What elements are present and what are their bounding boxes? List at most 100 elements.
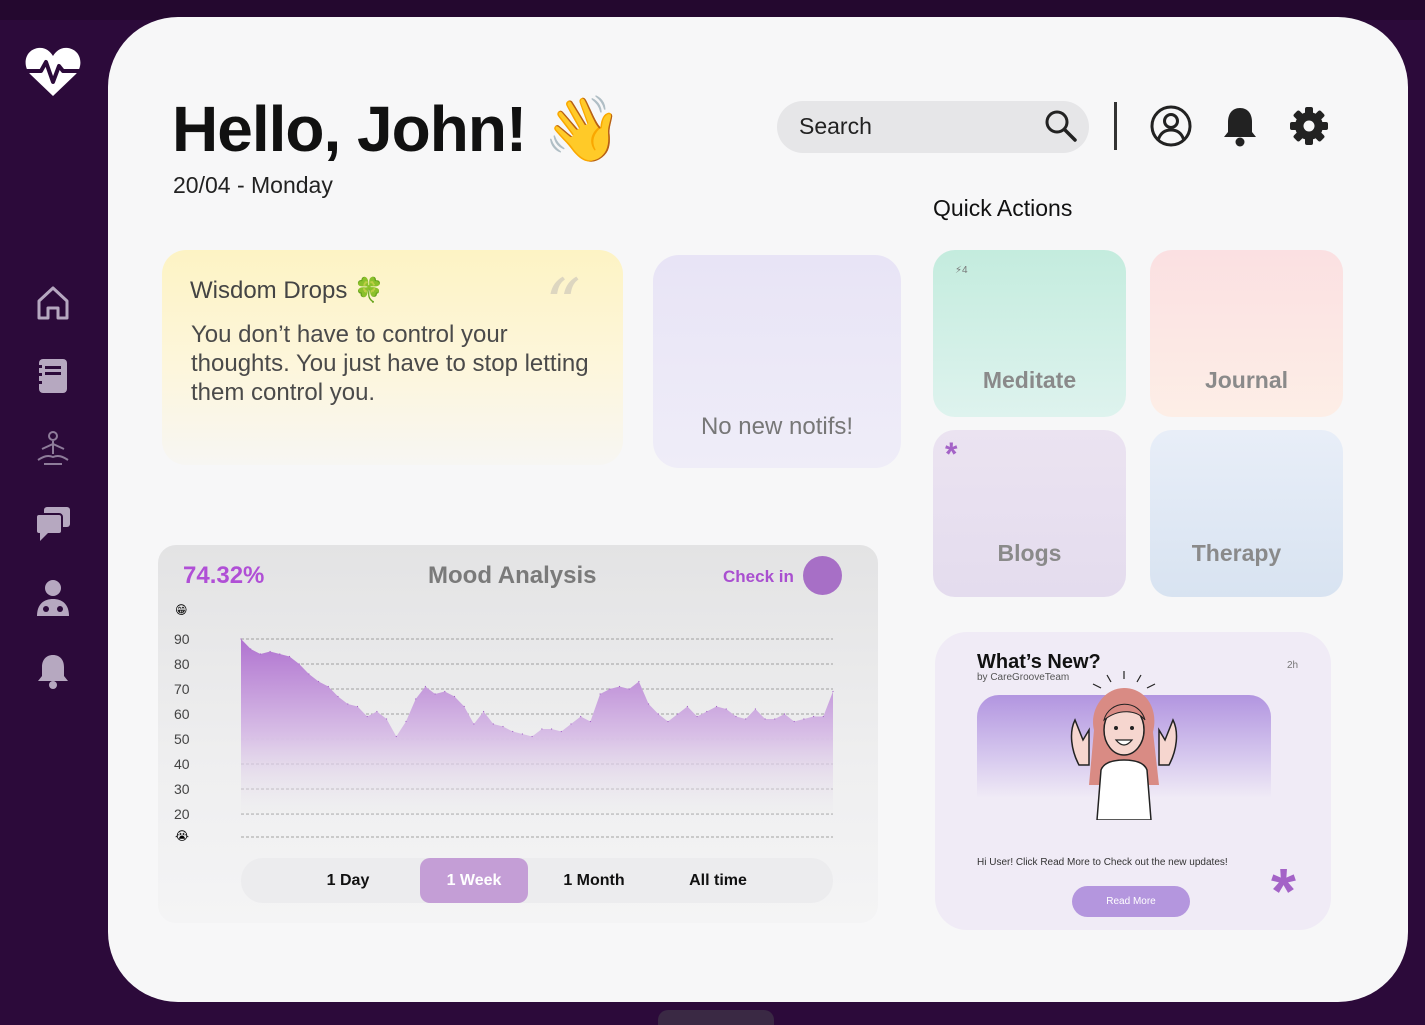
- blogs-action[interactable]: * Blogs: [933, 430, 1126, 597]
- mood-data-point: [541, 728, 543, 730]
- mood-data-point: [356, 705, 359, 708]
- mood-data-point: [774, 718, 776, 720]
- y-tick-label: 20: [174, 806, 190, 822]
- wisdom-quote: You don’t have to control your thoughts.…: [191, 321, 589, 406]
- mood-data-point: [628, 688, 630, 690]
- meditate-action[interactable]: ⚡4 Meditate: [933, 250, 1126, 417]
- mood-data-point: [783, 713, 786, 715]
- range-all-time[interactable]: All time: [661, 858, 775, 903]
- search-placeholder[interactable]: Search: [799, 113, 872, 140]
- checkin-label[interactable]: Check in: [723, 567, 794, 587]
- mood-analysis-card: 90 80 70 60 50 40 30 20 74.32% Mood Analysis Ch…: [158, 545, 878, 923]
- mood-data-point: [366, 715, 368, 718]
- mood-data-point: [473, 723, 475, 725]
- y-tick-label: 40: [174, 756, 190, 772]
- journal-action[interactable]: Journal: [1150, 250, 1343, 417]
- journal-icon[interactable]: [34, 357, 72, 395]
- date-label: 20/04 - Monday: [173, 172, 333, 198]
- user-icon[interactable]: [1149, 104, 1193, 148]
- notifications-empty-text: No new notifs!: [700, 413, 854, 440]
- mood-data-point: [696, 715, 698, 718]
- mood-data-point: [288, 655, 291, 658]
- mood-data-point: [337, 695, 339, 698]
- mood-data-point: [424, 685, 426, 688]
- mood-data-point: [667, 720, 669, 723]
- mood-data-point: [386, 718, 388, 720]
- mood-data-point: [492, 723, 494, 725]
- header-divider: [1114, 102, 1117, 150]
- mood-data-point: [589, 720, 591, 723]
- streak-badge: ⚡4: [955, 265, 968, 276]
- mood-data-point: [415, 698, 417, 700]
- whats-new-body: Hi User! Click Read More to Check out th…: [977, 857, 1228, 868]
- wisdom-card: Wisdom Drops 🍀 “ You don’t have to contr…: [162, 250, 623, 465]
- mood-data-point: [706, 710, 708, 713]
- y-tick-label: 70: [174, 681, 190, 697]
- doctor-icon[interactable]: [34, 578, 72, 616]
- whats-new-card: What’s New? by CareGrooveTeam 2h Hi User…: [935, 632, 1331, 930]
- blogs-label: Blogs: [997, 540, 1062, 566]
- therapy-action[interactable]: Therapy: [1150, 430, 1343, 597]
- mood-data-point: [551, 728, 553, 730]
- journal-label: Journal: [1204, 367, 1289, 393]
- mood-data-point: [822, 715, 824, 718]
- mood-data-point: [754, 708, 757, 710]
- checkin-button[interactable]: [803, 556, 842, 595]
- y-tick-label: 50: [174, 731, 190, 747]
- range-1-month[interactable]: 1 Month: [534, 858, 654, 903]
- settings-icon[interactable]: [1287, 104, 1331, 148]
- mood-data-point: [318, 680, 320, 683]
- bell-icon[interactable]: [1218, 104, 1262, 148]
- page-indicator-tab: [658, 1010, 774, 1025]
- mood-data-point: [521, 733, 523, 735]
- mood-data-point: [715, 705, 718, 708]
- mood-data-point: [638, 680, 640, 683]
- mood-data-point: [793, 720, 795, 723]
- mood-data-point: [463, 705, 465, 708]
- mood-data-point: [560, 730, 562, 733]
- heartbeat-logo-icon[interactable]: [24, 44, 82, 98]
- y-tick-label: 30: [174, 781, 190, 797]
- meditate-label: Meditate: [982, 367, 1077, 393]
- mood-data-point: [512, 730, 514, 733]
- read-more-button[interactable]: Read More: [1072, 886, 1190, 917]
- mood-data-point: [803, 718, 805, 720]
- asterisk-icon: *: [1271, 855, 1296, 927]
- mood-data-point: [677, 713, 679, 715]
- mood-data-point: [813, 715, 815, 718]
- notifications-card[interactable]: No new notifs!: [653, 255, 901, 468]
- sad-emoji-icon: 😭: [175, 829, 190, 843]
- mood-data-point: [531, 735, 533, 738]
- home-icon[interactable]: [34, 284, 72, 322]
- bell-icon[interactable]: [34, 652, 72, 690]
- mood-data-point: [686, 705, 689, 708]
- mood-data-point: [240, 638, 242, 640]
- mood-data-point: [250, 648, 252, 650]
- mood-data-point: [609, 688, 611, 690]
- mood-data-point: [395, 735, 397, 738]
- greeting: Hello, John! 👋: [172, 93, 623, 165]
- y-tick-label: 60: [174, 706, 190, 722]
- y-tick-label: 80: [174, 656, 190, 672]
- mood-data-point: [444, 690, 446, 693]
- mood-data-point: [483, 710, 485, 713]
- range-1-day[interactable]: 1 Day: [288, 858, 408, 903]
- search-icon[interactable]: [1043, 108, 1079, 144]
- mood-data-point: [376, 710, 378, 713]
- happy-emoji-icon: 😁: [175, 603, 188, 617]
- mood-title: Mood Analysis: [428, 562, 597, 589]
- mood-data-point: [648, 703, 650, 705]
- mood-data-point: [502, 725, 504, 728]
- mood-data-point: [764, 718, 766, 720]
- mood-data-point: [308, 673, 310, 675]
- mood-data-point: [735, 715, 737, 718]
- mood-data-point: [327, 685, 329, 688]
- mood-data-point: [269, 650, 271, 653]
- range-1-week[interactable]: 1 Week: [420, 858, 528, 903]
- chat-icon[interactable]: [34, 505, 72, 543]
- mood-data-point: [725, 708, 727, 710]
- meditation-icon[interactable]: [34, 430, 72, 468]
- mood-data-point: [347, 703, 349, 705]
- waving-woman-illustration: [1049, 670, 1199, 821]
- mood-data-point: [599, 693, 601, 695]
